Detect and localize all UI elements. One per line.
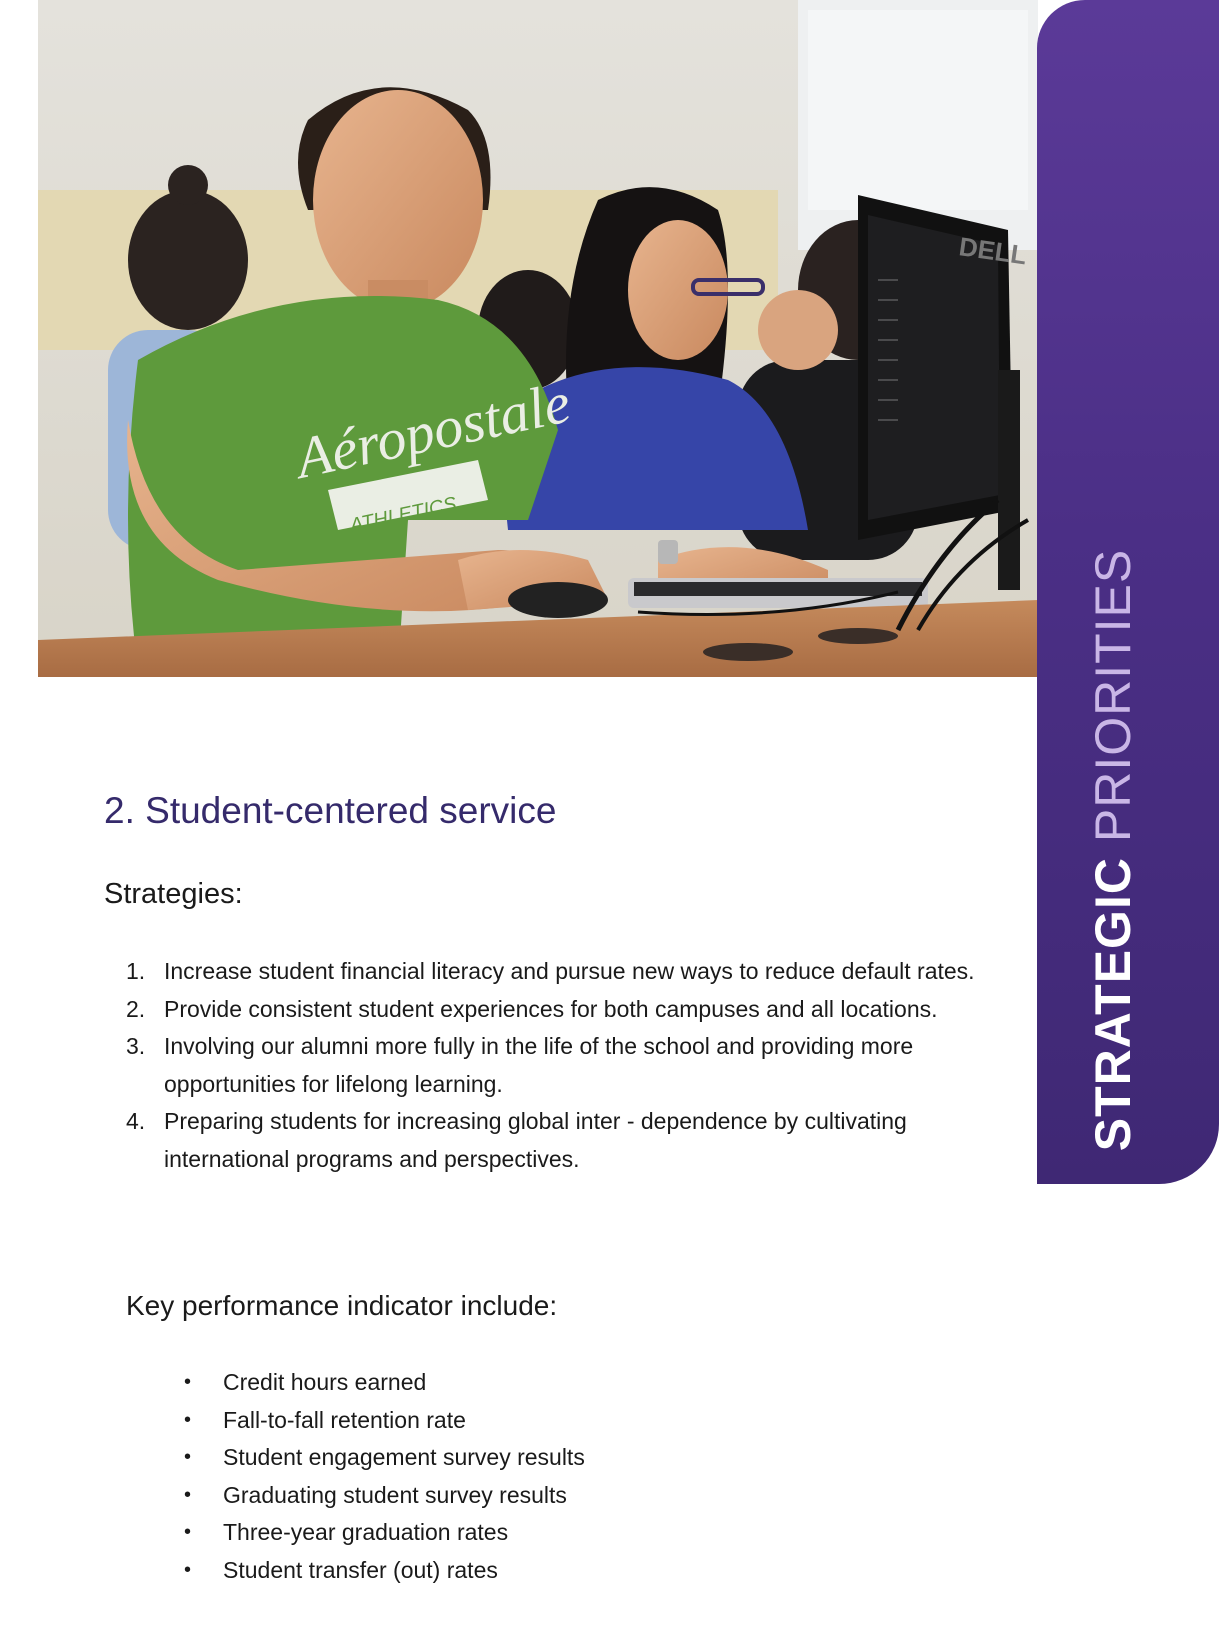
bullet-icon: • <box>184 1521 192 1543</box>
strategy-item: 4. Preparing students for increasing glo… <box>126 1103 1006 1178</box>
kpi-list: • Credit hours earned • Fall-to-fall ret… <box>184 1364 884 1589</box>
kpi-text: Three-year graduation rates <box>223 1519 509 1545</box>
strategy-text: Increase student financial literacy and … <box>164 958 975 984</box>
strategy-number: 4. <box>126 1108 146 1134</box>
side-tab-word1: STRATEGIC <box>1085 857 1141 1152</box>
strategy-text: Provide consistent student experiences f… <box>164 995 938 1022</box>
kpi-text: Student transfer (out) rates <box>223 1556 498 1583</box>
side-tab-label: STRATEGIC PRIORITIES <box>1085 548 1141 1152</box>
bullet-icon: • <box>184 1446 192 1468</box>
kpi-text: Fall-to-fall retention rate <box>223 1406 466 1433</box>
kpi-item: • Three-year graduation rates <box>184 1514 884 1552</box>
bullet-icon: • <box>184 1483 192 1506</box>
kpi-label: Key performance indicator include: <box>126 1290 558 1321</box>
kpi-text: Graduating student survey results <box>223 1481 567 1508</box>
strategies-label: Strategies: <box>104 878 243 910</box>
kpi-item: • Student transfer (out) rates <box>184 1552 884 1590</box>
side-tab-word2: PRIORITIES <box>1085 548 1141 843</box>
kpi-item: • Credit hours earned <box>184 1364 884 1402</box>
bullet-icon: • <box>184 1371 192 1393</box>
kpi-item: • Student engagement survey results <box>184 1439 884 1477</box>
section-heading: 2. Student-centered service <box>104 790 557 831</box>
strategies-list: 1. Increase student financial literacy a… <box>126 953 1006 1178</box>
strategy-item: 2. Provide consistent student experience… <box>126 991 1006 1029</box>
bullet-icon: • <box>184 1558 192 1581</box>
kpi-item: • Graduating student survey results <box>184 1477 884 1515</box>
hero-photo: Aéropostale ATHLETICS DELL <box>38 0 1038 677</box>
strategy-number: 3. <box>126 1033 146 1059</box>
kpi-text: Student engagement survey results <box>223 1444 585 1470</box>
strategy-number: 2. <box>126 995 146 1022</box>
strategy-item: 3. Involving our alumni more fully in th… <box>126 1028 1006 1103</box>
strategy-text: Preparing students for increasing global… <box>164 1108 907 1172</box>
strategy-text: Involving our alumni more fully in the l… <box>164 1033 914 1097</box>
bullet-icon: • <box>184 1408 192 1431</box>
strategy-number: 1. <box>126 958 146 984</box>
kpi-text: Credit hours earned <box>223 1369 427 1395</box>
classroom-computer-lab-image: Aéropostale ATHLETICS DELL <box>38 0 1038 677</box>
kpi-item: • Fall-to-fall retention rate <box>184 1402 884 1440</box>
strategy-item: 1. Increase student financial literacy a… <box>126 953 1006 991</box>
